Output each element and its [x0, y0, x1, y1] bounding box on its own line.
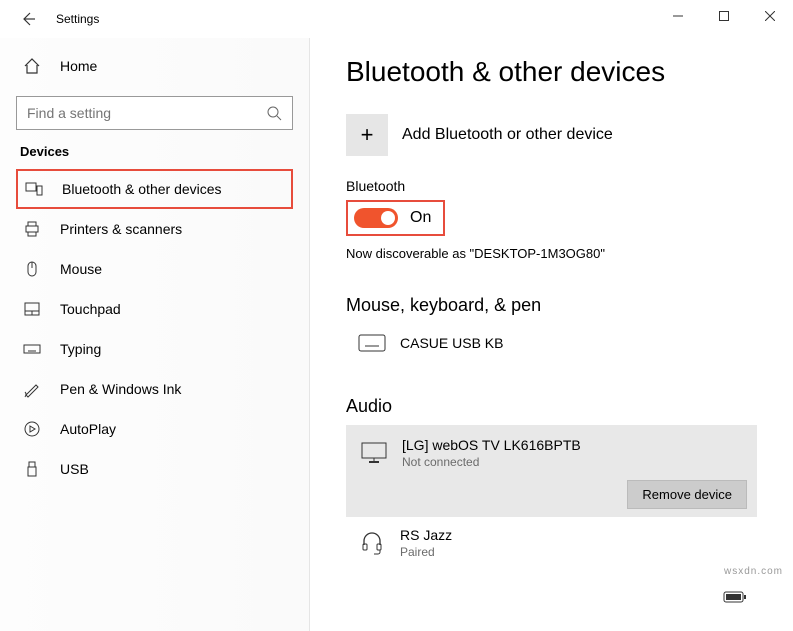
mkp-heading: Mouse, keyboard, & pen	[346, 295, 757, 316]
keyboard-icon	[22, 339, 42, 359]
monitor-icon	[356, 442, 392, 464]
sidebar-item-label: Bluetooth & other devices	[62, 181, 222, 197]
watermark: wsxdn.com	[724, 566, 783, 577]
sidebar-item-label: Mouse	[60, 261, 102, 277]
sidebar-item-mouse[interactable]: Mouse	[16, 249, 293, 289]
pen-icon	[22, 379, 42, 399]
sidebar-item-label: Pen & Windows Ink	[60, 381, 181, 397]
window-title: Settings	[56, 12, 99, 26]
sidebar-item-usb[interactable]: USB	[16, 449, 293, 489]
plus-icon: +	[346, 114, 388, 156]
sidebar-item-typing[interactable]: Typing	[16, 329, 293, 369]
touchpad-icon	[22, 299, 42, 319]
device-status: Paired	[400, 545, 749, 559]
printer-icon	[22, 219, 42, 239]
maximize-button[interactable]	[701, 0, 747, 32]
home-label: Home	[60, 58, 97, 74]
bluetooth-toggle-highlight: On	[346, 200, 445, 236]
usb-icon	[22, 459, 42, 479]
sidebar-item-pen[interactable]: Pen & Windows Ink	[16, 369, 293, 409]
search-icon	[266, 105, 282, 121]
sidebar-item-label: Printers & scanners	[60, 221, 182, 237]
device-name: CASUE USB KB	[400, 335, 749, 351]
content-pane: Bluetooth & other devices + Add Bluetoot…	[310, 38, 793, 631]
close-button[interactable]	[747, 0, 793, 32]
battery-icon	[723, 591, 747, 603]
sidebar-item-touchpad[interactable]: Touchpad	[16, 289, 293, 329]
devices-group-label: Devices	[20, 144, 293, 159]
devices-icon	[24, 179, 44, 199]
headset-icon	[354, 531, 390, 555]
sidebar-item-printers[interactable]: Printers & scanners	[16, 209, 293, 249]
add-device-button[interactable]: + Add Bluetooth or other device	[346, 114, 757, 156]
home-icon	[22, 56, 42, 76]
sidebar-item-bluetooth[interactable]: Bluetooth & other devices	[16, 169, 293, 209]
sidebar-item-label: USB	[60, 461, 89, 477]
mouse-icon	[22, 259, 42, 279]
device-tv-selected[interactable]: [LG] webOS TV LK616BPTB Not connected Re…	[346, 425, 757, 517]
device-status: Not connected	[402, 455, 747, 469]
bluetooth-toggle[interactable]	[354, 208, 398, 228]
keyboard-device-icon	[354, 334, 390, 352]
sidebar-item-autoplay[interactable]: AutoPlay	[16, 409, 293, 449]
device-name: [LG] webOS TV LK616BPTB	[402, 437, 747, 453]
bluetooth-toggle-state: On	[410, 209, 431, 227]
device-keyboard[interactable]: CASUE USB KB	[346, 324, 757, 362]
back-button[interactable]	[8, 0, 48, 38]
autoplay-icon	[22, 419, 42, 439]
remove-device-button[interactable]: Remove device	[627, 480, 747, 509]
search-field[interactable]	[27, 105, 266, 121]
minimize-button[interactable]	[655, 0, 701, 32]
sidebar-item-label: AutoPlay	[60, 421, 116, 437]
sidebar-item-label: Typing	[60, 341, 101, 357]
add-device-label: Add Bluetooth or other device	[402, 126, 613, 144]
device-name: RS Jazz	[400, 527, 749, 543]
home-nav[interactable]: Home	[16, 46, 293, 86]
bluetooth-section-label: Bluetooth	[346, 178, 757, 194]
search-input[interactable]	[16, 96, 293, 130]
sidebar-item-label: Touchpad	[60, 301, 121, 317]
page-title: Bluetooth & other devices	[346, 56, 757, 88]
sidebar: Home Devices Bluetooth & other devices P…	[0, 38, 310, 631]
audio-heading: Audio	[346, 396, 757, 417]
device-headset[interactable]: RS Jazz Paired	[346, 517, 757, 569]
discoverable-text: Now discoverable as "DESKTOP-1M3OG80"	[346, 246, 757, 261]
